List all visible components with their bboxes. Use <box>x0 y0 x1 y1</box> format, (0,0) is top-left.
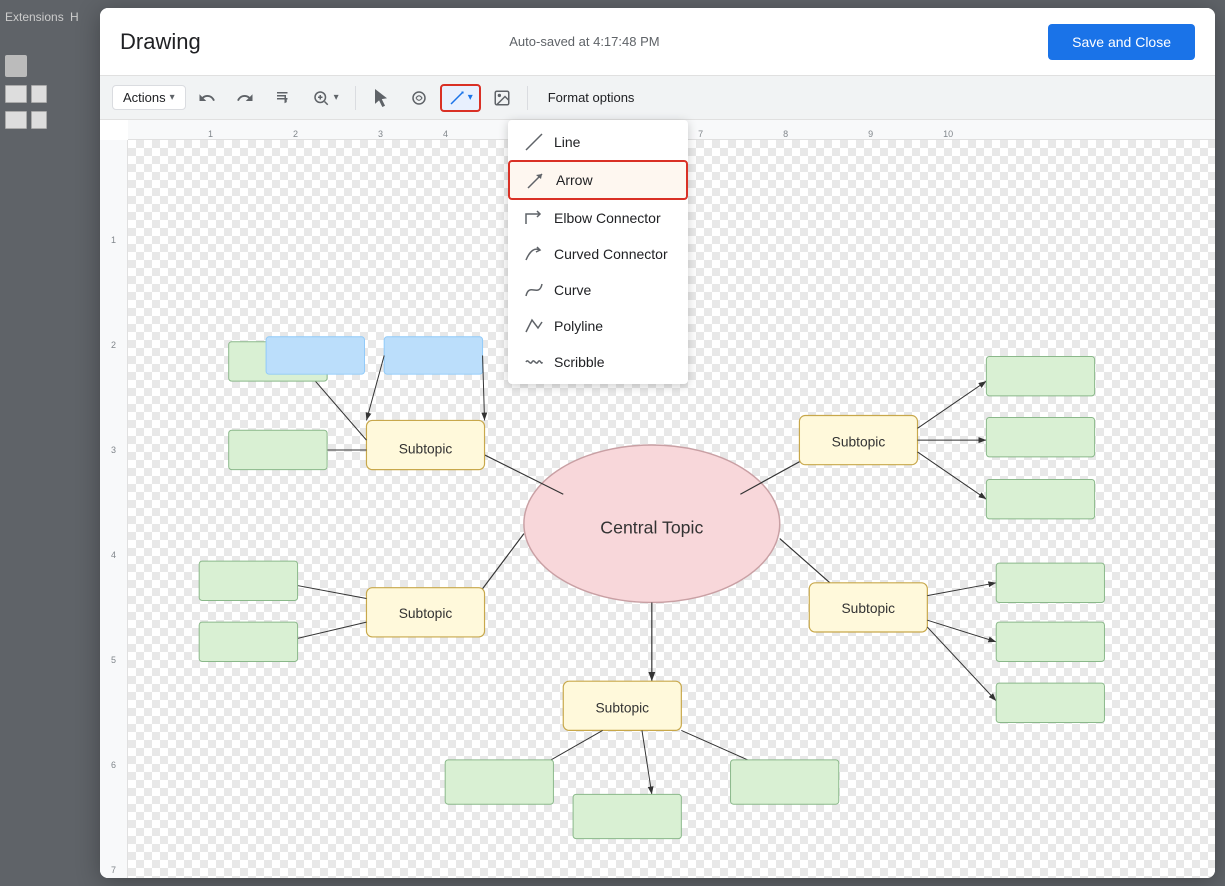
ruler-v-tick-5: 5 <box>100 655 127 665</box>
ruler-h-tick-7: 7 <box>698 129 703 139</box>
curved-connector-icon <box>524 244 544 264</box>
doc-background <box>0 0 110 886</box>
docs-toolbar-row2 <box>5 111 47 129</box>
line-label: Line <box>554 134 580 150</box>
cursor-icon <box>372 89 390 107</box>
extensions-menu: Extensions <box>5 10 64 24</box>
divider-1 <box>355 86 356 110</box>
docs-sidebar <box>5 55 47 129</box>
arrow-icon <box>526 170 546 190</box>
image-button[interactable] <box>485 85 519 111</box>
docs-icon-1 <box>5 55 27 77</box>
scribble-icon <box>524 352 544 372</box>
redo-icon <box>236 89 254 107</box>
dropdown-item-elbow[interactable]: Elbow Connector <box>508 200 688 236</box>
svg-text:Subtopic: Subtopic <box>399 442 453 457</box>
docs-icon-4 <box>5 111 27 129</box>
arrow-label: Arrow <box>556 172 593 188</box>
dropdown-item-line[interactable]: Line <box>508 124 688 160</box>
drawing-dialog: Drawing Auto-saved at 4:17:48 PM Save an… <box>100 8 1215 878</box>
redo-button[interactable] <box>228 85 262 111</box>
actions-label: Actions <box>123 90 166 105</box>
ruler-h-tick-9: 9 <box>868 129 873 139</box>
image-icon <box>493 89 511 107</box>
dropdown-item-curved-connector[interactable]: Curved Connector <box>508 236 688 272</box>
ruler-v-tick-4: 4 <box>100 550 127 560</box>
shape-icon <box>410 89 428 107</box>
elbow-icon <box>524 208 544 228</box>
zoom-chevron: ▾ <box>334 92 339 103</box>
svg-text:Subtopic: Subtopic <box>842 601 896 616</box>
polyline-label: Polyline <box>554 318 603 334</box>
zoom-icon <box>312 89 330 107</box>
undo-icon <box>198 89 216 107</box>
actions-button[interactable]: Actions ▾ <box>112 85 186 110</box>
svg-text:Subtopic: Subtopic <box>399 606 453 621</box>
elbow-label: Elbow Connector <box>554 210 661 226</box>
dialog-header: Drawing Auto-saved at 4:17:48 PM Save an… <box>100 8 1215 76</box>
toolbar: Actions ▾ ▾ <box>100 76 1215 120</box>
ruler-v-tick-6: 6 <box>100 760 127 770</box>
line-tool-button[interactable]: ▾ <box>440 84 481 112</box>
save-close-button[interactable]: Save and Close <box>1048 24 1195 60</box>
divider-2 <box>527 86 528 110</box>
curve-icon <box>524 280 544 300</box>
svg-text:Central Topic: Central Topic <box>600 517 703 537</box>
ruler-h-tick-2: 2 <box>293 129 298 139</box>
line-icon <box>524 132 544 152</box>
scribble-label: Scribble <box>554 354 605 370</box>
zoom-button[interactable]: ▾ <box>304 85 347 111</box>
ruler-v-tick-7: 7 <box>100 865 127 875</box>
svg-text:Subtopic: Subtopic <box>596 700 650 715</box>
polyline-icon <box>524 316 544 336</box>
docs-toolbar-row <box>5 85 47 103</box>
cursor-button[interactable] <box>364 85 398 111</box>
ruler-h-tick-1: 1 <box>208 129 213 139</box>
undo-button[interactable] <box>190 85 224 111</box>
format-options-button[interactable]: Format options <box>536 86 647 109</box>
dropdown-item-polyline[interactable]: Polyline <box>508 308 688 344</box>
actions-chevron: ▾ <box>170 92 175 103</box>
docs-icon-2 <box>5 85 27 103</box>
line-tool-icon <box>448 89 466 107</box>
paint-format-icon <box>274 89 292 107</box>
curved-connector-label: Curved Connector <box>554 246 668 262</box>
ruler-h-tick-3: 3 <box>378 129 383 139</box>
dropdown-item-curve[interactable]: Curve <box>508 272 688 308</box>
docs-icon-3 <box>31 85 47 103</box>
dropdown-item-arrow[interactable]: Arrow <box>508 160 688 200</box>
docs-icon-5 <box>31 111 47 129</box>
ruler-h-tick-4: 4 <box>443 129 448 139</box>
paint-format-button[interactable] <box>266 85 300 111</box>
ruler-v-tick-2: 2 <box>100 340 127 350</box>
ruler-h-tick-8: 8 <box>783 129 788 139</box>
shape-button[interactable] <box>402 85 436 111</box>
ruler-v-tick-1: 1 <box>100 235 127 245</box>
autosaved-text: Auto-saved at 4:17:48 PM <box>121 34 1048 49</box>
vertical-ruler: 1 2 3 4 5 6 7 <box>100 140 128 878</box>
line-type-dropdown: Line Arrow <box>508 120 688 384</box>
help-menu: H <box>70 10 79 24</box>
ruler-h-tick-10: 10 <box>943 129 953 139</box>
curve-label: Curve <box>554 282 591 298</box>
dropdown-item-scribble[interactable]: Scribble <box>508 344 688 380</box>
svg-text:Subtopic: Subtopic <box>832 435 886 450</box>
line-tool-chevron: ▾ <box>468 92 473 103</box>
ruler-v-tick-3: 3 <box>100 445 127 455</box>
